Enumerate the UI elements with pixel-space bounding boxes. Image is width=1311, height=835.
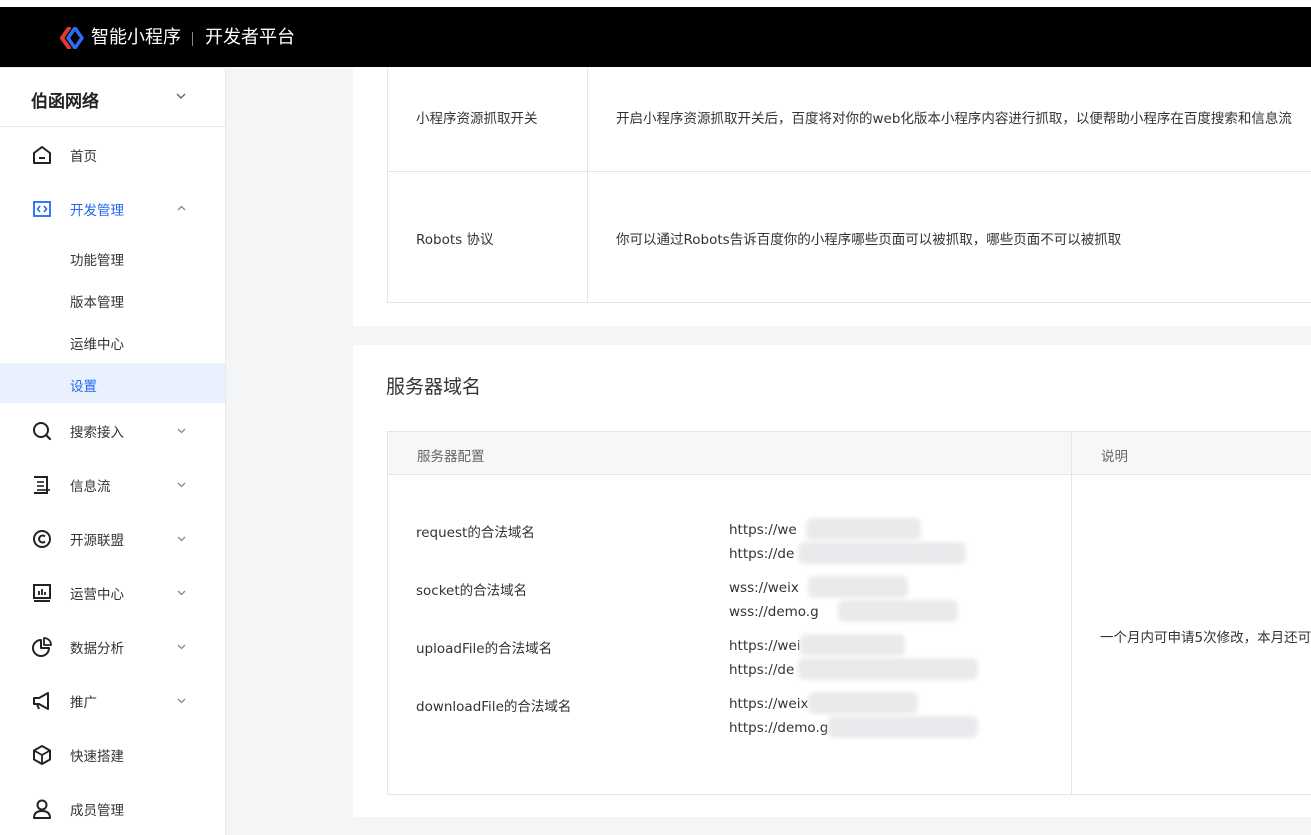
- sidebar-subitem-settings[interactable]: 设置: [0, 363, 225, 403]
- request-domain-label: request的合法域名: [416, 525, 535, 541]
- crawl-settings-table: 小程序资源抓取开关 开启小程序资源抓取开关后，百度将对你的web化版本小程序内容…: [387, 67, 1311, 303]
- modification-limit-note: 一个月内可申请5次修改，本月还可: [1100, 630, 1311, 646]
- brand-divider: [192, 32, 193, 46]
- sidebar-item-search-access[interactable]: 搜索接入: [0, 410, 225, 450]
- cube-icon: [33, 745, 51, 765]
- sidebar-item-data-analysis[interactable]: 数据分析: [0, 626, 225, 666]
- sidebar-item-label: 信息流: [70, 479, 111, 495]
- redaction-blur: [798, 658, 978, 680]
- upload-domain-label: uploadFile的合法域名: [416, 641, 553, 657]
- socket-domain-label: socket的合法域名: [416, 583, 528, 599]
- sidebar-item-label: 搜索接入: [70, 425, 124, 441]
- org-selector[interactable]: 伯函网络: [0, 67, 225, 127]
- redaction-blur: [806, 518, 921, 540]
- sidebar-item-label: 快速搭建: [70, 749, 124, 765]
- upload-domain-url-2: https://de: [729, 662, 795, 678]
- chevron-down-icon: [177, 536, 186, 542]
- socket-domain-url-2: wss://demo.g: [729, 604, 819, 620]
- table-row: Robots 协议 你可以通过Robots告诉百度你的小程序哪些页面可以被抓取，…: [388, 172, 1311, 302]
- redaction-blur: [798, 542, 966, 564]
- chevron-up-icon: [177, 205, 186, 211]
- sidebar-subitem-label: 版本管理: [70, 295, 124, 311]
- pie-chart-icon: [32, 637, 52, 657]
- download-domain-url-2: https://demo.g: [729, 720, 829, 736]
- sidebar-item-label: 推广: [70, 695, 97, 711]
- chevron-down-icon: [177, 428, 186, 434]
- code-icon: [33, 201, 51, 217]
- sidebar-item-feed[interactable]: 信息流: [0, 464, 225, 504]
- table-row: 小程序资源抓取开关 开启小程序资源抓取开关后，百度将对你的web化版本小程序内容…: [388, 67, 1311, 172]
- sidebar-subitem-label: 功能管理: [70, 253, 124, 269]
- sidebar-item-label: 数据分析: [70, 641, 124, 657]
- table-header: 服务器配置 说明: [388, 432, 1311, 475]
- redaction-blur: [828, 716, 978, 738]
- megaphone-icon: [33, 692, 49, 710]
- column-header-config: 服务器配置: [417, 449, 485, 465]
- sidebar-item-label: 运营中心: [70, 587, 124, 603]
- redaction-blur: [838, 600, 958, 622]
- sidebar-item-label: 开发管理: [70, 203, 124, 219]
- socket-domain-url-1: wss://weix: [729, 580, 799, 596]
- chevron-down-icon: [177, 482, 186, 488]
- sidebar-item-quick-build[interactable]: 快速搭建: [0, 734, 225, 774]
- sidebar-subitem-label: 设置: [70, 379, 97, 395]
- column-header-note: 说明: [1101, 449, 1128, 465]
- top-strip: [0, 0, 1311, 7]
- robots-description: 你可以通过Robots告诉百度你的小程序哪些页面可以被抓取，哪些页面不可以被抓取: [616, 232, 1122, 248]
- column-divider: [1071, 432, 1072, 794]
- platform-name: 开发者平台: [205, 27, 295, 48]
- search-icon: [33, 422, 52, 441]
- download-domain-url-1: https://weix: [729, 696, 809, 712]
- sidebar: 伯函网络 首页 开发管理 功能管理 版本管理 运维中心 设置 搜索接入 信息流 …: [0, 67, 226, 835]
- section-title: 服务器域名: [386, 376, 482, 398]
- brand-name[interactable]: 智能小程序: [91, 26, 181, 50]
- user-icon: [33, 799, 51, 819]
- sidebar-item-label: 首页: [70, 149, 97, 165]
- redaction-blur: [808, 576, 908, 598]
- crawl-switch-description: 开启小程序资源抓取开关后，百度将对你的web化版本小程序内容进行抓取，以便帮助小…: [616, 111, 1292, 127]
- sidebar-subitem-label: 运维中心: [70, 337, 124, 353]
- chevron-down-icon: [177, 590, 186, 596]
- crawl-settings-card: 小程序资源抓取开关 开启小程序资源抓取开关后，百度将对你的web化版本小程序内容…: [353, 67, 1311, 326]
- sidebar-item-promotion[interactable]: 推广: [0, 680, 225, 720]
- sidebar-subitem-ops-center[interactable]: 运维中心: [0, 321, 225, 361]
- sidebar-item-member-management[interactable]: 成员管理: [0, 788, 225, 828]
- home-icon: [33, 146, 51, 164]
- org-name: 伯函网络: [31, 92, 99, 112]
- request-domain-url-2: https://de: [729, 546, 795, 562]
- redaction-blur: [808, 692, 918, 714]
- sidebar-item-open-source-alliance[interactable]: 开源联盟: [0, 518, 225, 558]
- sidebar-item-label: 开源联盟: [70, 533, 124, 549]
- sidebar-item-dev-management[interactable]: 开发管理: [0, 188, 225, 228]
- sidebar-subitem-version-management[interactable]: 版本管理: [0, 279, 225, 319]
- download-domain-label: downloadFile的合法域名: [416, 699, 572, 715]
- chevron-down-icon: [176, 93, 186, 99]
- chevron-down-icon: [177, 644, 186, 650]
- chart-icon: [33, 584, 51, 602]
- feed-icon: [34, 476, 50, 494]
- upload-domain-url-1: https://wei: [729, 638, 801, 654]
- robots-label: Robots 协议: [416, 232, 494, 248]
- server-domain-table: 服务器配置 说明 request的合法域名 https://we https:/…: [387, 431, 1311, 795]
- copyright-icon: [33, 530, 51, 548]
- app-logo-icon[interactable]: [60, 27, 84, 49]
- request-domain-url-1: https://we: [729, 522, 797, 538]
- sidebar-item-operations-center[interactable]: 运营中心: [0, 572, 225, 612]
- top-header: 智能小程序 开发者平台: [0, 7, 1311, 67]
- server-domain-card: 服务器域名 服务器配置 说明 request的合法域名 https://we h…: [353, 345, 1311, 817]
- chevron-down-icon: [177, 698, 186, 704]
- crawl-switch-label: 小程序资源抓取开关: [416, 111, 538, 127]
- sidebar-subitem-function-management[interactable]: 功能管理: [0, 237, 225, 277]
- sidebar-item-label: 成员管理: [70, 803, 124, 819]
- redaction-blur: [800, 634, 905, 656]
- sidebar-item-home[interactable]: 首页: [0, 134, 225, 174]
